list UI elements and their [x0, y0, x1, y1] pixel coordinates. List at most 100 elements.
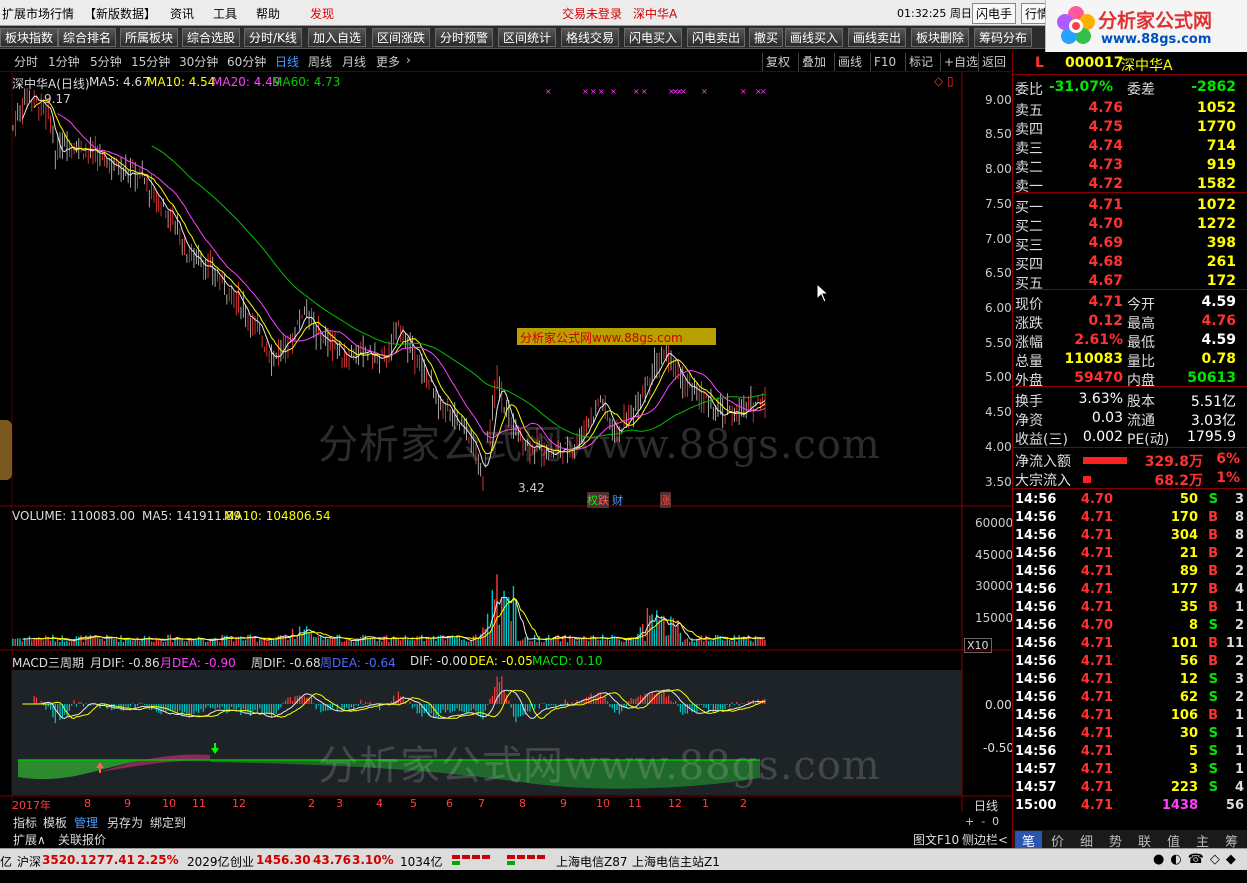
toolbar-range-stats[interactable]: 区间统计	[498, 28, 557, 47]
btn-draw[interactable]: 画线	[834, 53, 865, 71]
toolbar-add-watchlist[interactable]: 加入自选	[308, 28, 367, 47]
login-status[interactable]: 交易未登录	[562, 5, 622, 22]
tab-sidebar[interactable]: 侧边栏<	[962, 831, 1008, 848]
volume-bar	[61, 635, 63, 646]
btn-add-watch[interactable]: +自选	[940, 53, 981, 71]
toolbar-kline-toggle[interactable]: 分时/K线	[244, 28, 302, 47]
zoom-controls[interactable]: + - 0	[965, 815, 999, 828]
tick-direction: B	[1208, 546, 1218, 561]
diamond-icon[interactable]: ◇ ▯	[934, 74, 954, 88]
toolbar-sector-delete[interactable]: 板块删除	[911, 28, 970, 47]
toolbar-sector[interactable]: 所属板块	[120, 28, 179, 47]
tick-row: 14:56 4.70 50 S 3	[1013, 492, 1247, 510]
volume-bar	[642, 623, 644, 646]
toolbar-range-change[interactable]: 区间涨跌	[372, 28, 431, 47]
period-weekly[interactable]: 周线	[308, 53, 332, 70]
toolbar-grid-trade[interactable]: 格线交易	[561, 28, 620, 47]
menu-new-data[interactable]: 【新版数据】	[84, 5, 156, 22]
server-2[interactable]: 上海电信主站Z1	[632, 853, 720, 870]
ask-row: 卖四 4.75 1770	[1013, 118, 1247, 138]
fund-value: 3.63%	[1078, 391, 1123, 407]
collapse-handle[interactable]	[0, 420, 12, 480]
tab-f10-graphic[interactable]: 图文F10	[913, 831, 959, 848]
chevron-right-icon[interactable]: ›	[406, 53, 411, 67]
tab-manage[interactable]: 管理	[74, 814, 98, 831]
toolbar-flash-sell[interactable]: 闪电卖出	[687, 28, 746, 47]
time-tick: 2	[740, 797, 747, 810]
toolbar-chip-dist[interactable]: 筹码分布	[974, 28, 1033, 47]
period-30min[interactable]: 30分钟	[179, 53, 218, 70]
period-5min[interactable]: 5分钟	[90, 53, 122, 70]
tab-expand[interactable]: 扩展∧	[13, 831, 46, 848]
btn-f10[interactable]: F10	[870, 53, 899, 71]
period-tick[interactable]: 分时	[14, 53, 38, 70]
flash-trade-button[interactable]: 闪电手	[972, 3, 1017, 24]
bid-row: 买三 4.69 398	[1013, 234, 1247, 254]
tick-count: 11	[1225, 636, 1244, 651]
volume-bar	[117, 641, 120, 646]
period-15min[interactable]: 15分钟	[131, 53, 170, 70]
toolbar-ranking[interactable]: 综合排名	[58, 28, 117, 47]
flow-value: 329.8万	[1144, 454, 1203, 470]
menu-help[interactable]: 帮助	[256, 5, 280, 22]
volume-unit: X10	[964, 638, 992, 653]
tab-indicator[interactable]: 指标	[13, 814, 37, 831]
toolbar-line-sell[interactable]: 画线卖出	[848, 28, 907, 47]
volume-bar	[653, 628, 656, 646]
period-1min[interactable]: 1分钟	[48, 53, 80, 70]
menu-extended-market[interactable]: 扩展市场行情	[2, 5, 74, 22]
bid-label: 买一	[1015, 200, 1043, 216]
menu-discover[interactable]: 发现	[310, 5, 334, 22]
volume-bar	[402, 638, 404, 646]
time-tick: 12	[232, 797, 246, 810]
btn-adjust[interactable]: 复权	[762, 53, 793, 71]
period-monthly[interactable]: 月线	[342, 53, 366, 70]
volume-bar	[322, 639, 324, 646]
bid-row: 买二 4.70 1272	[1013, 215, 1247, 235]
server-1[interactable]: 上海电信Z87	[556, 853, 628, 870]
volume-bar	[150, 641, 153, 646]
volume-bar	[134, 640, 136, 646]
volume-bar	[531, 641, 533, 646]
toolbar-flash-buy[interactable]: 闪电买入	[624, 28, 683, 47]
volume-bar	[501, 598, 503, 646]
signal-marker: ×	[760, 87, 767, 96]
period-more[interactable]: 更多	[376, 53, 400, 70]
volume-bar	[334, 638, 336, 646]
toolbar-alert[interactable]: 分时预警	[435, 28, 494, 47]
volume-bar	[738, 635, 740, 646]
sh-index-label[interactable]: 沪深	[17, 853, 41, 870]
tick-count: 8	[1234, 510, 1244, 525]
volume-bar	[228, 639, 230, 646]
toolbar-sector-index[interactable]: 板块指数	[0, 28, 59, 47]
toolbar-cancel-buy[interactable]: 撤买	[749, 28, 784, 47]
menu-tools[interactable]: 工具	[213, 5, 237, 22]
tick-price: 4.71	[1080, 564, 1113, 579]
tab-template[interactable]: 模板	[43, 814, 67, 831]
wc-value: -2862	[1191, 79, 1236, 95]
cy-index-label[interactable]: 创业	[230, 853, 254, 870]
status-icons[interactable]: ●◐☎◇◆	[1153, 852, 1242, 867]
menu-news[interactable]: 资讯	[170, 5, 194, 22]
time-tick: 12	[668, 797, 682, 810]
volume-bar	[592, 635, 595, 646]
btn-overlay[interactable]: 叠加	[798, 53, 829, 71]
volume-bar	[291, 628, 294, 646]
tick-time: 14:56	[1015, 672, 1057, 687]
period-60min[interactable]: 60分钟	[227, 53, 266, 70]
toolbar-line-buy[interactable]: 画线买入	[785, 28, 844, 47]
tab-bind[interactable]: 绑定到	[150, 814, 186, 831]
tick-direction: B	[1208, 600, 1218, 615]
tab-related-quotes[interactable]: 关联报价	[58, 831, 106, 848]
period-daily[interactable]: 日线	[275, 53, 299, 70]
tab-save-as[interactable]: 另存为	[107, 814, 143, 831]
volume-bar	[305, 626, 308, 646]
ask-volume: 714	[1206, 138, 1236, 154]
toolbar-stock-pick[interactable]: 综合选股	[182, 28, 241, 47]
btn-mark[interactable]: 标记	[905, 53, 936, 71]
btn-back[interactable]: 返回	[978, 53, 1009, 71]
ask-volume: 1770	[1197, 119, 1236, 135]
stat-row: 现价 4.71 今开 4.59	[1013, 293, 1247, 313]
flow-bar	[1083, 476, 1091, 483]
price-tick: 3.50	[985, 474, 1012, 489]
